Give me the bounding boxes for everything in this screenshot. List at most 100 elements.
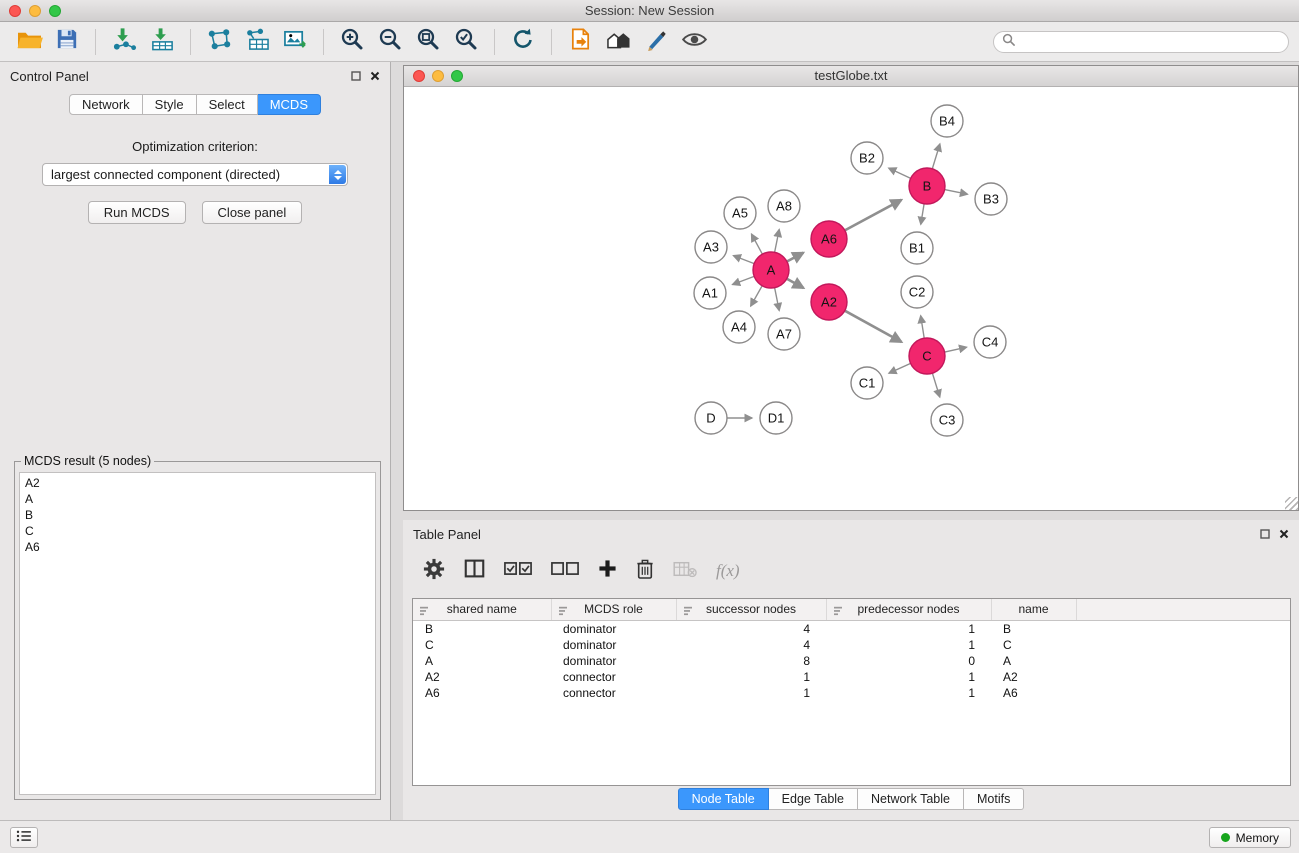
export-document-button[interactable] — [561, 26, 599, 58]
edge-A-A2[interactable] — [787, 279, 804, 288]
run-mcds-button[interactable]: Run MCDS — [88, 201, 186, 224]
open-session-button[interactable] — [10, 26, 48, 58]
table-cell-name[interactable]: A6 — [991, 685, 1076, 701]
table-cell-role[interactable]: dominator — [551, 637, 676, 653]
edge-C-C3[interactable] — [932, 373, 939, 397]
graph-node-C3[interactable]: C3 — [931, 404, 963, 436]
table-cell-role[interactable]: connector — [551, 685, 676, 701]
edge-A-A3[interactable] — [733, 256, 754, 264]
table-cell-successors[interactable]: 1 — [676, 669, 826, 685]
mcds-result-item[interactable]: C — [25, 523, 370, 539]
edge-B-B1[interactable] — [921, 204, 924, 225]
graph-node-C4[interactable]: C4 — [974, 326, 1006, 358]
show-hide-button[interactable] — [675, 26, 713, 58]
close-window-button[interactable] — [9, 5, 21, 17]
column-header-name[interactable]: name — [991, 599, 1076, 620]
column-header-predecessor-nodes[interactable]: predecessor nodes — [826, 599, 991, 620]
tab-mcds[interactable]: MCDS — [258, 94, 321, 115]
table-cell-role[interactable]: dominator — [551, 620, 676, 637]
toolbar-search[interactable] — [993, 31, 1289, 53]
table-cell-predecessors[interactable]: 1 — [826, 620, 991, 637]
export-image-button[interactable] — [276, 26, 314, 58]
maximize-network-button[interactable] — [451, 70, 463, 82]
column-header-shared-name[interactable]: shared name — [413, 599, 551, 620]
graph-node-B3[interactable]: B3 — [975, 183, 1007, 215]
home-button[interactable] — [599, 26, 637, 58]
table-cell-successors[interactable]: 8 — [676, 653, 826, 669]
table-cell-shared_name[interactable]: A6 — [413, 685, 551, 701]
table-cell-shared_name[interactable]: B — [413, 620, 551, 637]
graph-node-C1[interactable]: C1 — [851, 367, 883, 399]
edge-B-B3[interactable] — [945, 190, 968, 195]
table-cell-name[interactable]: A — [991, 653, 1076, 669]
zoom-selected-button[interactable] — [447, 26, 485, 58]
graph-node-B[interactable]: B — [909, 168, 945, 204]
edge-A6-B[interactable] — [845, 200, 902, 231]
network-canvas[interactable]: B4B2BB3A5A8A6A3B1AA1C2A2A4A7C4CC1C3DD1 — [404, 87, 1298, 510]
tab-select[interactable]: Select — [197, 94, 258, 115]
mcds-result-item[interactable]: A — [25, 491, 370, 507]
table-cell-shared_name[interactable]: A2 — [413, 669, 551, 685]
column-chooser-button[interactable] — [464, 558, 485, 584]
edge-A-A8[interactable] — [775, 230, 780, 253]
edge-A2-C[interactable] — [845, 311, 902, 342]
select-all-button[interactable] — [504, 559, 532, 583]
table-row[interactable]: A2connector11A2 — [413, 669, 1290, 685]
table-settings-button[interactable] — [423, 558, 445, 585]
float-table-panel-icon[interactable] — [1260, 529, 1270, 539]
table-row[interactable]: Adominator80A — [413, 653, 1290, 669]
zoom-in-button[interactable] — [333, 26, 371, 58]
graph-node-C2[interactable]: C2 — [901, 276, 933, 308]
graph-node-A[interactable]: A — [753, 252, 789, 288]
save-session-button[interactable] — [48, 26, 86, 58]
graph-node-B2[interactable]: B2 — [851, 142, 883, 174]
edge-C-C2[interactable] — [921, 316, 925, 339]
graph-node-A2[interactable]: A2 — [811, 284, 847, 320]
table-row[interactable]: A6connector11A6 — [413, 685, 1290, 701]
table-cell-successors[interactable]: 4 — [676, 620, 826, 637]
resize-grip[interactable] — [1285, 497, 1298, 510]
edge-A-A4[interactable] — [751, 286, 763, 306]
graph-node-B4[interactable]: B4 — [931, 105, 963, 137]
float-panel-icon[interactable] — [351, 71, 361, 81]
minimize-window-button[interactable] — [29, 5, 41, 17]
memory-button[interactable]: Memory — [1209, 827, 1291, 848]
edge-C-C4[interactable] — [945, 347, 967, 352]
column-header-mcds-role[interactable]: MCDS role — [551, 599, 676, 620]
edge-A-A6[interactable] — [787, 253, 804, 262]
tab-motifs[interactable]: Motifs — [964, 788, 1024, 810]
edge-C-C1[interactable] — [889, 363, 911, 373]
table-cell-predecessors[interactable]: 1 — [826, 669, 991, 685]
graph-node-A5[interactable]: A5 — [724, 197, 756, 229]
import-table-button[interactable] — [143, 26, 181, 58]
mcds-result-item[interactable]: A2 — [25, 475, 370, 491]
close-panel-icon[interactable] — [370, 71, 380, 81]
table-cell-role[interactable]: connector — [551, 669, 676, 685]
graph-node-A1[interactable]: A1 — [694, 277, 726, 309]
refresh-button[interactable] — [504, 26, 542, 58]
edge-A-A7[interactable] — [775, 288, 780, 311]
zoom-out-button[interactable] — [371, 26, 409, 58]
graph-node-B1[interactable]: B1 — [901, 232, 933, 264]
delete-table-button[interactable] — [673, 560, 697, 583]
graph-node-D1[interactable]: D1 — [760, 402, 792, 434]
edge-A-A5[interactable] — [752, 234, 763, 254]
tab-edge-table[interactable]: Edge Table — [769, 788, 858, 810]
table-cell-predecessors[interactable]: 1 — [826, 685, 991, 701]
table-cell-name[interactable]: B — [991, 620, 1076, 637]
add-column-button[interactable] — [598, 559, 617, 583]
close-network-button[interactable] — [413, 70, 425, 82]
edge-A-A1[interactable] — [733, 276, 755, 284]
table-cell-predecessors[interactable]: 1 — [826, 637, 991, 653]
optimization-criterion-select[interactable]: largest connected component (directed) — [42, 163, 348, 186]
annotation-pen-button[interactable] — [637, 26, 675, 58]
table-row[interactable]: Cdominator41C — [413, 637, 1290, 653]
deselect-all-button[interactable] — [551, 559, 579, 583]
table-cell-successors[interactable]: 1 — [676, 685, 826, 701]
table-cell-shared_name[interactable]: C — [413, 637, 551, 653]
table-cell-predecessors[interactable]: 0 — [826, 653, 991, 669]
table-cell-successors[interactable]: 4 — [676, 637, 826, 653]
table-cell-role[interactable]: dominator — [551, 653, 676, 669]
tab-network-table[interactable]: Network Table — [858, 788, 964, 810]
table-cell-name[interactable]: C — [991, 637, 1076, 653]
